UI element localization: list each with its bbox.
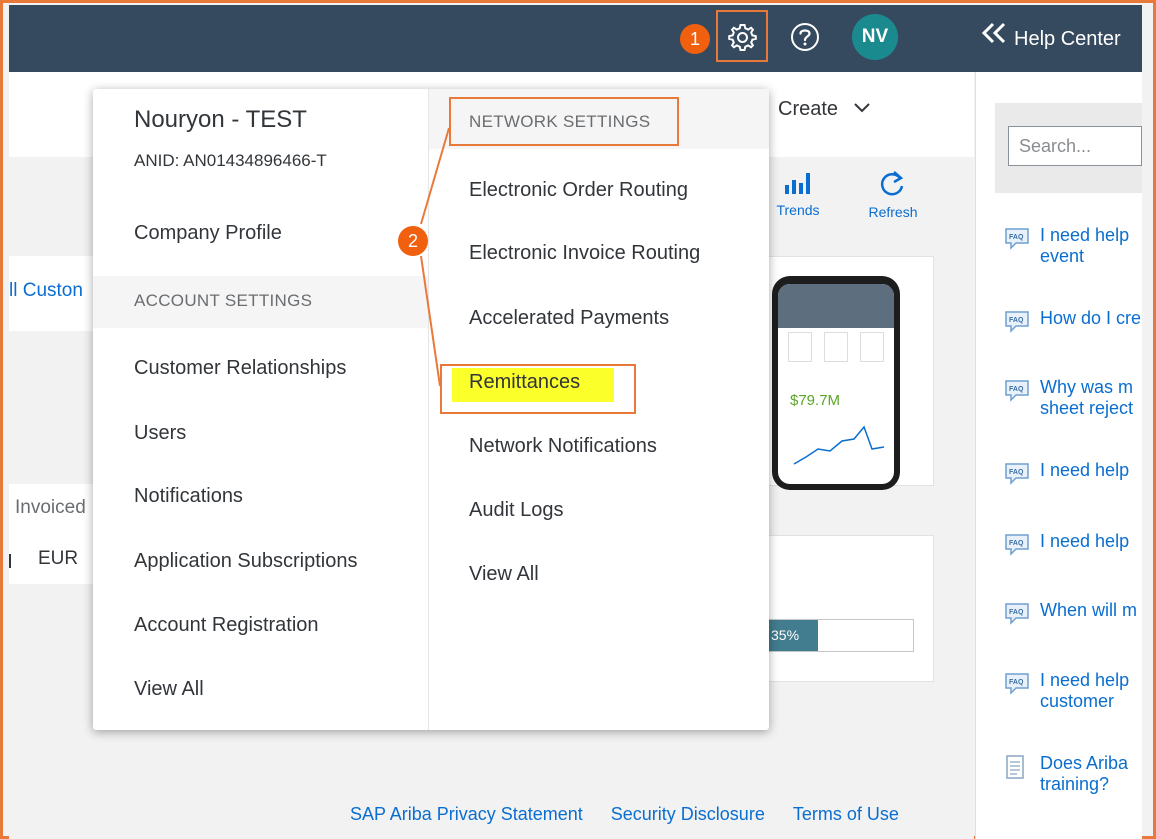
- help-article-title: How do I cre: [1040, 308, 1142, 328]
- step-1-callout-badge: 1: [680, 24, 710, 54]
- table-cell-edge: [9, 554, 11, 568]
- account-view-all-link[interactable]: View All: [134, 678, 204, 701]
- phone-stat-box: [788, 332, 812, 362]
- double-chevron-left-icon: [980, 21, 1008, 56]
- user-avatar[interactable]: NV: [852, 14, 898, 60]
- help-button[interactable]: [787, 19, 823, 55]
- invoiced-column-header: Invoiced: [15, 497, 86, 518]
- company-name: Nouryon - TEST: [134, 106, 307, 133]
- network-notifications-link[interactable]: Network Notifications: [469, 435, 657, 458]
- all-customers-link[interactable]: ll Custon: [9, 280, 95, 302]
- remittances-link[interactable]: Remittances: [469, 371, 580, 394]
- phone-illustration: $79.7M: [772, 276, 900, 490]
- progress-fill: 35%: [767, 620, 819, 651]
- trends-tile[interactable]: Trends: [770, 170, 826, 218]
- phone-stat-box: [824, 332, 848, 362]
- svg-text:FAQ: FAQ: [1009, 679, 1024, 686]
- privacy-statement-link[interactable]: SAP Ariba Privacy Statement: [350, 804, 583, 824]
- accelerated-payments-link[interactable]: Accelerated Payments: [469, 307, 669, 330]
- gear-icon: [728, 24, 757, 51]
- help-article-item[interactable]: FAQ I need help: [1004, 531, 1142, 556]
- terms-of-use-link[interactable]: Terms of Use: [793, 804, 899, 824]
- faq-icon: FAQ: [1004, 379, 1030, 402]
- help-article-title: Does Ariba training?: [1040, 753, 1129, 794]
- menu-column-divider: [428, 89, 429, 730]
- phone-banner: [778, 284, 894, 328]
- svg-text:FAQ: FAQ: [1009, 609, 1024, 616]
- menu-caret: [731, 79, 751, 89]
- faq-icon: FAQ: [1004, 227, 1030, 250]
- security-disclosure-link[interactable]: Security Disclosure: [611, 804, 765, 824]
- help-article-item[interactable]: FAQ Why was m sheet reject: [1004, 377, 1142, 419]
- electronic-invoice-routing-link[interactable]: Electronic Invoice Routing: [469, 242, 700, 265]
- phone-screen: $79.7M: [778, 284, 894, 484]
- progress-card: [766, 535, 934, 682]
- faq-icon: FAQ: [1004, 462, 1030, 485]
- step-2-callout-badge: 2: [398, 226, 428, 256]
- top-navigation-bar: [9, 5, 1142, 72]
- help-center-toggle[interactable]: Help Center: [980, 21, 1121, 55]
- help-article-item[interactable]: FAQ How do I cre: [1004, 308, 1142, 333]
- trends-label: Trends: [776, 202, 820, 218]
- settings-gear-button[interactable]: [724, 19, 760, 55]
- network-view-all-link[interactable]: View All: [469, 563, 539, 586]
- help-article-title: I need help customer: [1040, 670, 1130, 711]
- phone-amount: $79.7M: [790, 392, 841, 409]
- help-article-item[interactable]: Does Ariba training?: [1004, 753, 1142, 795]
- create-label: Create: [778, 98, 839, 120]
- footer-links: SAP Ariba Privacy Statement Security Disc…: [350, 804, 927, 825]
- account-registration-link[interactable]: Account Registration: [134, 614, 319, 637]
- help-article-item[interactable]: FAQ When will m: [1004, 600, 1142, 625]
- electronic-order-routing-link[interactable]: Electronic Order Routing: [469, 179, 688, 202]
- chevron-down-icon: [853, 103, 870, 113]
- refresh-icon: [880, 171, 904, 196]
- faq-icon: FAQ: [1004, 602, 1030, 625]
- audit-logs-link[interactable]: Audit Logs: [469, 499, 564, 522]
- faq-icon: FAQ: [1004, 310, 1030, 333]
- help-article-item[interactable]: FAQ I need help: [1004, 460, 1142, 485]
- company-anid: ANID: AN01434896466-T: [134, 151, 327, 170]
- create-menu-button[interactable]: Create: [778, 98, 872, 121]
- svg-text:FAQ: FAQ: [1009, 469, 1024, 476]
- phone-line-chart: [793, 425, 885, 465]
- svg-text:FAQ: FAQ: [1009, 234, 1024, 241]
- faq-icon: FAQ: [1004, 533, 1030, 556]
- application-subscriptions-link[interactable]: Application Subscriptions: [134, 550, 357, 573]
- users-link[interactable]: Users: [134, 422, 186, 445]
- svg-text:FAQ: FAQ: [1009, 317, 1024, 324]
- help-article-item[interactable]: FAQ I need help customer: [1004, 670, 1142, 712]
- help-article-title: I need help: [1040, 460, 1130, 480]
- customer-relationships-link[interactable]: Customer Relationships: [134, 357, 346, 380]
- company-profile-link[interactable]: Company Profile: [134, 222, 282, 245]
- bar-chart-icon: [785, 173, 810, 194]
- network-settings-header: NETWORK SETTINGS: [469, 112, 651, 131]
- help-search-input[interactable]: [1008, 126, 1142, 166]
- notifications-link[interactable]: Notifications: [134, 485, 243, 508]
- help-article-title: I need help event: [1040, 225, 1130, 266]
- document-icon: [1004, 755, 1030, 779]
- help-center-label: Help Center: [1014, 28, 1121, 50]
- faq-icon: FAQ: [1004, 672, 1030, 695]
- currency-cell: EUR: [38, 548, 79, 569]
- svg-text:FAQ: FAQ: [1009, 540, 1024, 547]
- progress-bar: 35%: [766, 619, 914, 652]
- refresh-tile[interactable]: Refresh: [862, 170, 924, 220]
- account-settings-header: ACCOUNT SETTINGS: [134, 291, 313, 310]
- help-article-item[interactable]: FAQ I need help event: [1004, 225, 1142, 267]
- help-article-title: Why was m sheet reject: [1040, 377, 1134, 418]
- svg-text:FAQ: FAQ: [1009, 386, 1024, 393]
- refresh-label: Refresh: [868, 204, 918, 220]
- help-article-title: I need help: [1040, 531, 1130, 551]
- phone-stat-box: [860, 332, 884, 362]
- question-mark-icon: [791, 23, 819, 51]
- help-article-title: When will m: [1040, 600, 1138, 620]
